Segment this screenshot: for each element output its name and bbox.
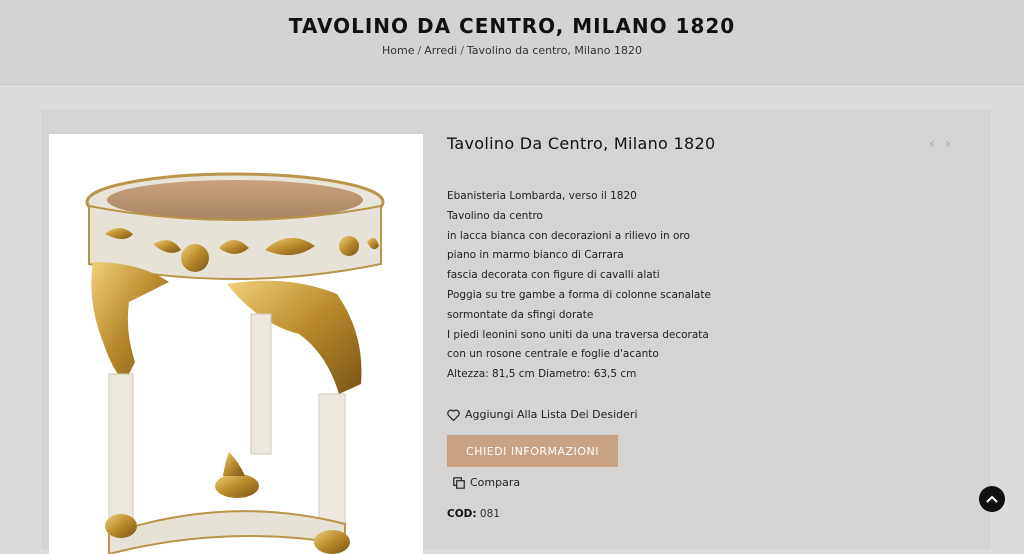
breadcrumb-separator: / — [460, 44, 464, 57]
product-name: Tavolino Da Centro, Milano 1820 — [447, 134, 716, 153]
heart-icon — [447, 409, 460, 421]
breadcrumb-current: Tavolino da centro, Milano 1820 — [466, 44, 642, 57]
breadcrumb-arredi[interactable]: Arredi — [424, 44, 457, 57]
gilded-table-image — [85, 172, 385, 554]
breadcrumb: Home / Arredi / Tavolino da centro, Milano 1… — [0, 44, 1024, 57]
description-line: sormontate da sfingi dorate — [447, 308, 594, 321]
copy-icon — [453, 476, 465, 489]
wishlist-label: Aggiungi Alla Lista Dei Desideri — [465, 408, 638, 421]
description-line: fascia decorata con figure di cavalli al… — [447, 269, 660, 282]
chevron-right-icon[interactable]: › — [945, 136, 951, 152]
add-to-wishlist-link[interactable]: Aggiungi Alla Lista Dei Desideri — [447, 408, 638, 421]
breadcrumb-home[interactable]: Home — [382, 44, 414, 57]
description-line: in lacca bianca con decorazioni a riliev… — [447, 229, 690, 242]
page-title: TAVOLINO DA CENTRO, MILANO 1820 — [288, 14, 736, 38]
description-line: I piedi leonini sono uniti da una traver… — [447, 328, 709, 341]
description-line: Tavolino da centro — [447, 209, 543, 222]
description-line: Poggia su tre gambe a forma di colonne s… — [447, 288, 711, 301]
page-header: TAVOLINO DA CENTRO, MILANO 1820 Home / Arr… — [0, 0, 1024, 85]
product-navigation: ‹ › — [929, 136, 957, 152]
request-info-button[interactable]: CHIEDI INFORMAZIONI — [447, 435, 618, 467]
compare-link[interactable]: Compara — [453, 476, 520, 489]
product-description: Ebanisteria Lombarda, verso il 1820 Tavo… — [447, 187, 777, 385]
description-line: Altezza: 81,5 cm Diametro: 63,5 cm — [447, 368, 637, 381]
description-line: Ebanisteria Lombarda, verso il 1820 — [447, 190, 637, 202]
product-image[interactable] — [49, 134, 423, 554]
chevron-left-icon[interactable]: ‹ — [929, 136, 935, 152]
description-line: piano in marmo bianco di Carrara — [447, 249, 624, 262]
product-code: COD: 081 — [447, 508, 500, 520]
product-panel: Tavolino Da Centro, Milano 1820 ‹ › Eban… — [41, 109, 991, 554]
breadcrumb-separator: / — [417, 44, 422, 57]
cod-value: 081 — [479, 508, 500, 520]
chevron-up-icon — [986, 495, 998, 503]
compare-label: Compara — [470, 476, 521, 489]
cod-label: COD: — [447, 508, 477, 520]
description-line: con un rosone centrale e foglie d'acanto — [447, 348, 659, 361]
scroll-to-top-button[interactable] — [979, 486, 1005, 512]
